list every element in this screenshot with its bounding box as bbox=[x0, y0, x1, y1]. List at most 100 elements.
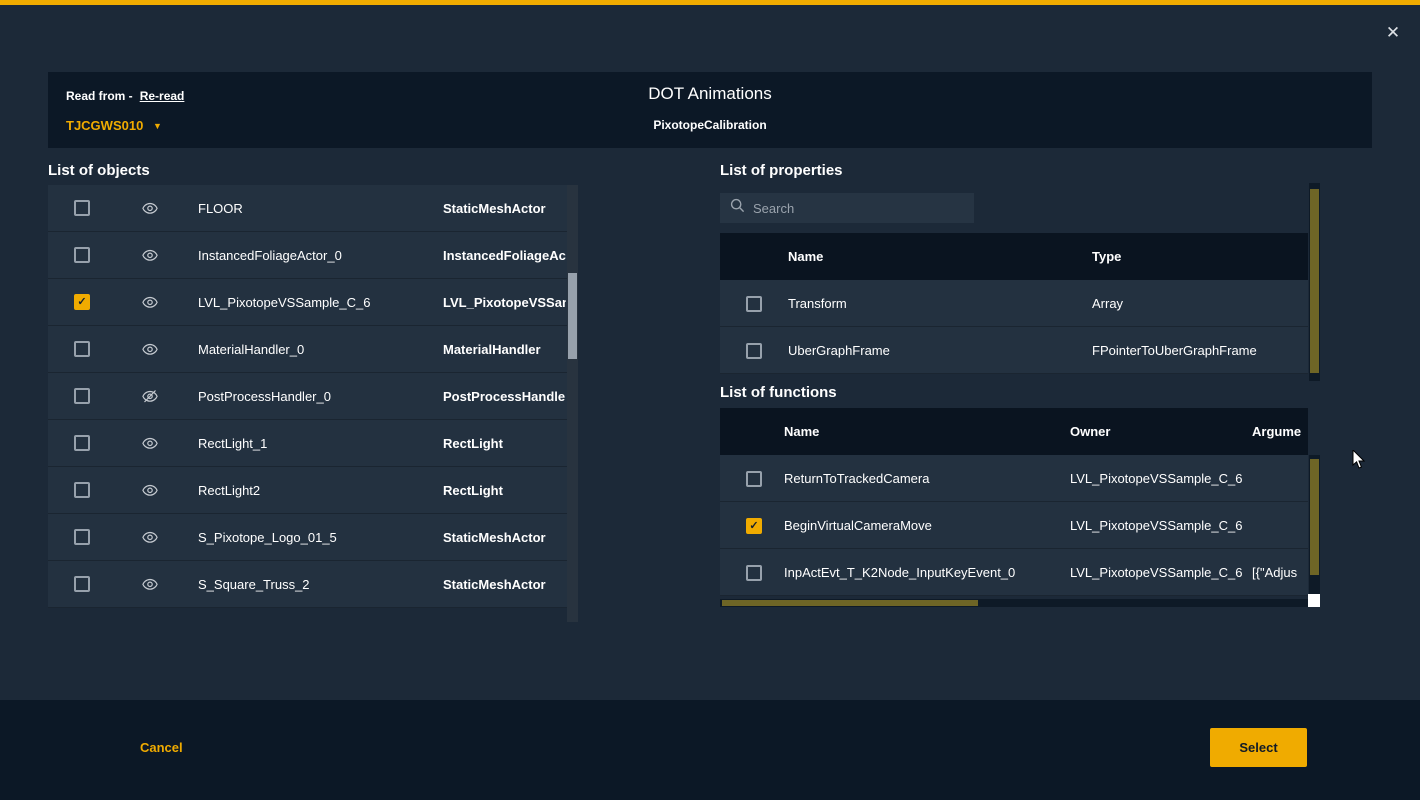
properties-table: Name Type Transform Array UberGraphFrame… bbox=[720, 233, 1308, 374]
objects-scrollbar[interactable] bbox=[567, 185, 578, 622]
table-row[interactable]: MaterialHandler_0 MaterialHandler bbox=[48, 326, 578, 373]
table-row[interactable]: PostProcessHandler_0 PostProcessHandler bbox=[48, 373, 578, 420]
search-input[interactable] bbox=[753, 201, 953, 216]
mouse-cursor bbox=[1352, 450, 1366, 475]
checkbox[interactable] bbox=[746, 296, 762, 312]
object-type: PostProcessHandler bbox=[443, 373, 566, 420]
object-name: RectLight2 bbox=[198, 467, 260, 514]
eye-icon[interactable] bbox=[142, 484, 158, 502]
column-header-owner: Owner bbox=[1070, 408, 1110, 455]
property-type: FPointerToUberGraphFrame bbox=[1092, 327, 1257, 374]
checkbox[interactable] bbox=[74, 482, 90, 498]
checkbox[interactable] bbox=[74, 388, 90, 404]
object-name: S_Pixotope_Logo_01_5 bbox=[198, 514, 337, 561]
search-icon bbox=[730, 198, 745, 218]
function-name: BeginVirtualCameraMove bbox=[784, 502, 932, 549]
eye-icon[interactable] bbox=[142, 437, 158, 455]
property-type: Array bbox=[1092, 280, 1123, 327]
checkbox[interactable] bbox=[74, 576, 90, 592]
object-name: PostProcessHandler_0 bbox=[198, 373, 331, 420]
dialog-header: Read from -Re-read TJCGWS010 ▼ DOT Anima… bbox=[48, 72, 1372, 148]
checkbox[interactable] bbox=[746, 565, 762, 581]
eye-icon[interactable] bbox=[142, 249, 158, 267]
object-type: MaterialHandler bbox=[443, 326, 566, 373]
search-box[interactable] bbox=[720, 193, 974, 223]
column-header-arguments: Argume bbox=[1252, 408, 1302, 455]
functions-scrollbar-thumb[interactable] bbox=[1310, 459, 1319, 575]
functions-heading: List of functions bbox=[720, 384, 837, 401]
object-type: RectLight bbox=[443, 420, 566, 467]
object-name: LVL_PixotopeVSSample_C_6 bbox=[198, 279, 371, 326]
checkbox[interactable] bbox=[746, 471, 762, 487]
properties-heading: List of properties bbox=[720, 162, 843, 179]
checkbox[interactable] bbox=[746, 343, 762, 359]
eye-icon[interactable] bbox=[142, 578, 158, 596]
checkbox[interactable] bbox=[74, 529, 90, 545]
accent-top-bar bbox=[0, 0, 1420, 5]
eye-icon[interactable] bbox=[142, 531, 158, 549]
table-row[interactable]: RectLight_1 RectLight bbox=[48, 420, 578, 467]
checkbox[interactable] bbox=[74, 341, 90, 357]
table-row[interactable]: ✓ BeginVirtualCameraMove LVL_PixotopeVSS… bbox=[720, 502, 1308, 549]
property-name: UberGraphFrame bbox=[788, 327, 890, 374]
properties-table-header: Name Type bbox=[720, 233, 1308, 280]
objects-heading: List of objects bbox=[48, 162, 150, 179]
functions-scrollbar[interactable] bbox=[1309, 455, 1320, 595]
function-name: InpActEvt_T_K2Node_InputKeyEvent_0 bbox=[784, 549, 1015, 596]
functions-horizontal-scrollbar[interactable] bbox=[720, 599, 1308, 607]
object-type: StaticMeshActor bbox=[443, 514, 566, 561]
table-row[interactable]: S_Pixotope_Logo_01_5 StaticMeshActor bbox=[48, 514, 578, 561]
cancel-button[interactable]: Cancel bbox=[140, 740, 183, 755]
table-row[interactable]: S_Square_Truss_2 StaticMeshActor bbox=[48, 561, 578, 608]
eye-icon[interactable] bbox=[142, 296, 158, 314]
eye-icon[interactable] bbox=[142, 343, 158, 361]
eye-icon[interactable] bbox=[142, 202, 158, 220]
eye-off-icon[interactable] bbox=[142, 390, 158, 408]
checkbox-checked[interactable]: ✓ bbox=[74, 294, 90, 310]
table-row[interactable]: InstancedFoliageActor_0 InstancedFoliage… bbox=[48, 232, 578, 279]
object-name: FLOOR bbox=[198, 185, 243, 232]
scrollbar-corner bbox=[1308, 594, 1320, 607]
checkbox-checked[interactable]: ✓ bbox=[746, 518, 762, 534]
object-name: InstancedFoliageActor_0 bbox=[198, 232, 342, 279]
function-arguments: [{"Adjus bbox=[1252, 549, 1302, 596]
table-row[interactable]: ✓ LVL_PixotopeVSSample_C_6 LVL_PixotopeV… bbox=[48, 279, 578, 326]
checkbox[interactable] bbox=[74, 435, 90, 451]
functions-horizontal-scrollbar-thumb[interactable] bbox=[722, 600, 978, 606]
object-type: LVL_PixotopeVSSan bbox=[443, 279, 566, 326]
table-row[interactable]: RectLight2 RectLight bbox=[48, 467, 578, 514]
column-header-name: Name bbox=[788, 233, 823, 280]
dialog-footer: Cancel Select bbox=[0, 700, 1420, 800]
table-row[interactable]: UberGraphFrame FPointerToUberGraphFrame bbox=[720, 327, 1308, 374]
object-name: RectLight_1 bbox=[198, 420, 267, 467]
properties-scrollbar-thumb[interactable] bbox=[1310, 189, 1319, 373]
dialog-subtitle: PixotopeCalibration bbox=[48, 118, 1372, 132]
object-name: MaterialHandler_0 bbox=[198, 326, 304, 373]
select-button[interactable]: Select bbox=[1210, 728, 1307, 767]
functions-table: Name Owner Argume ReturnToTrackedCamera … bbox=[720, 408, 1308, 596]
object-type: StaticMeshActor bbox=[443, 185, 566, 232]
function-owner: LVL_PixotopeVSSample_C_6 bbox=[1070, 455, 1243, 502]
checkbox[interactable] bbox=[74, 247, 90, 263]
table-row[interactable]: ReturnToTrackedCamera LVL_PixotopeVSSamp… bbox=[720, 455, 1308, 502]
object-type: StaticMeshActor bbox=[443, 561, 566, 608]
objects-list: FLOOR StaticMeshActor InstancedFoliageAc… bbox=[48, 185, 578, 622]
table-row[interactable]: Transform Array bbox=[720, 280, 1308, 327]
object-type: RectLight bbox=[443, 467, 566, 514]
function-name: ReturnToTrackedCamera bbox=[784, 455, 929, 502]
property-name: Transform bbox=[788, 280, 847, 327]
dialog-title: DOT Animations bbox=[48, 84, 1372, 104]
objects-scrollbar-thumb[interactable] bbox=[568, 273, 577, 359]
function-owner: LVL_PixotopeVSSample_C_6 bbox=[1070, 502, 1243, 549]
object-name: S_Square_Truss_2 bbox=[198, 561, 310, 608]
column-header-type: Type bbox=[1092, 233, 1121, 280]
properties-scrollbar[interactable] bbox=[1309, 183, 1320, 381]
functions-table-header: Name Owner Argume bbox=[720, 408, 1308, 455]
table-row[interactable]: InpActEvt_T_K2Node_InputKeyEvent_0 LVL_P… bbox=[720, 549, 1308, 596]
function-owner: LVL_PixotopeVSSample_C_6 bbox=[1070, 549, 1243, 596]
checkbox[interactable] bbox=[74, 200, 90, 216]
object-type: InstancedFoliageAc bbox=[443, 232, 566, 279]
close-icon[interactable]: ✕ bbox=[1382, 22, 1404, 44]
column-header-name: Name bbox=[784, 408, 819, 455]
table-row[interactable]: FLOOR StaticMeshActor bbox=[48, 185, 578, 232]
